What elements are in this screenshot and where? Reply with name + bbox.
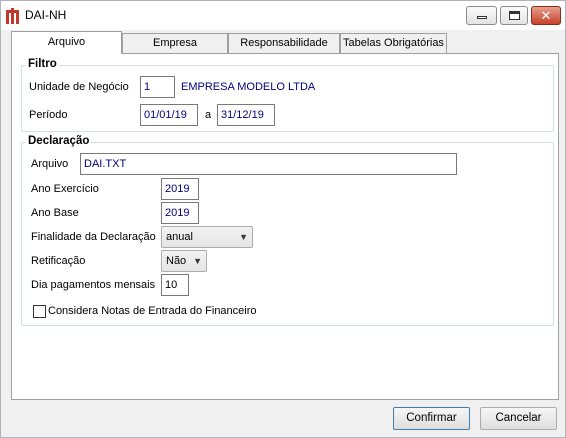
periodo-start-input[interactable]: 01/01/19 — [140, 104, 198, 126]
filtro-legend: Filtro — [26, 58, 59, 70]
retificacao-label: Retificação — [31, 255, 86, 267]
finalidade-label: Finalidade da Declaração — [31, 231, 156, 243]
tab-control: Arquivo Empresa Responsabilidade Tabelas… — [11, 31, 559, 400]
finalidade-select[interactable]: anual ▼ — [161, 226, 253, 248]
maximize-button[interactable] — [500, 6, 528, 25]
tab-arquivo[interactable]: Arquivo — [11, 31, 122, 54]
dialog-window: DAI-NH ✕ Arquivo Empresa Responsabilidad… — [0, 0, 566, 438]
periodo-end-input[interactable]: 31/12/19 — [217, 104, 275, 126]
ano-base-label: Ano Base — [31, 207, 79, 219]
minimize-button[interactable] — [466, 6, 497, 25]
retificacao-value: Não — [166, 255, 187, 267]
unidade-name-text: EMPRESA MODELO LTDA — [181, 81, 316, 93]
arquivo-input[interactable]: DAI.TXT — [80, 153, 457, 175]
retificacao-select[interactable]: Não ▼ — [161, 250, 207, 272]
considera-notas-label: Considera Notas de Entrada do Financeiro — [48, 305, 257, 317]
close-icon: ✕ — [540, 8, 552, 23]
ano-exercicio-input[interactable]: 2019 — [161, 178, 199, 200]
declaracao-legend: Declaração — [26, 135, 92, 147]
minimize-icon — [477, 16, 487, 19]
unidade-code-input[interactable]: 1 — [140, 76, 175, 98]
close-button[interactable]: ✕ — [531, 6, 561, 25]
chevron-down-icon: ▼ — [193, 256, 202, 266]
title-bar[interactable]: DAI-NH ✕ — [1, 1, 565, 30]
considera-notas-checkbox[interactable] — [33, 305, 46, 318]
declaracao-group: Declaração Arquivo DAI.TXT Ano Exercício… — [21, 135, 554, 326]
filtro-group: Filtro Unidade de Negócio 1 EMPRESA MODE… — [21, 58, 554, 132]
dia-pagamentos-input[interactable]: 10 — [161, 274, 189, 296]
cancel-button[interactable]: Cancelar — [480, 407, 557, 430]
finalidade-value: anual — [166, 231, 193, 243]
dia-pagamentos-label: Dia pagamentos mensais — [31, 279, 156, 291]
ano-exercicio-label: Ano Exercício — [31, 183, 99, 195]
app-logo-icon — [6, 8, 19, 24]
ano-base-input[interactable]: 2019 — [161, 202, 199, 224]
confirm-button[interactable]: Confirmar — [393, 407, 470, 430]
window-title: DAI-NH — [25, 8, 67, 22]
unidade-label: Unidade de Negócio — [29, 81, 129, 93]
tab-empresa[interactable]: Empresa — [122, 33, 228, 53]
periodo-separator: a — [205, 109, 212, 121]
tab-panel-arquivo: Filtro Unidade de Negócio 1 EMPRESA MODE… — [11, 53, 559, 400]
periodo-label: Período — [29, 109, 68, 121]
maximize-icon — [509, 11, 520, 20]
chevron-down-icon: ▼ — [239, 232, 248, 242]
arquivo-label: Arquivo — [31, 158, 69, 170]
tab-tabelas-obrigatorias[interactable]: Tabelas Obrigatórias — [340, 33, 447, 53]
tab-responsabilidade[interactable]: Responsabilidade — [228, 33, 340, 53]
